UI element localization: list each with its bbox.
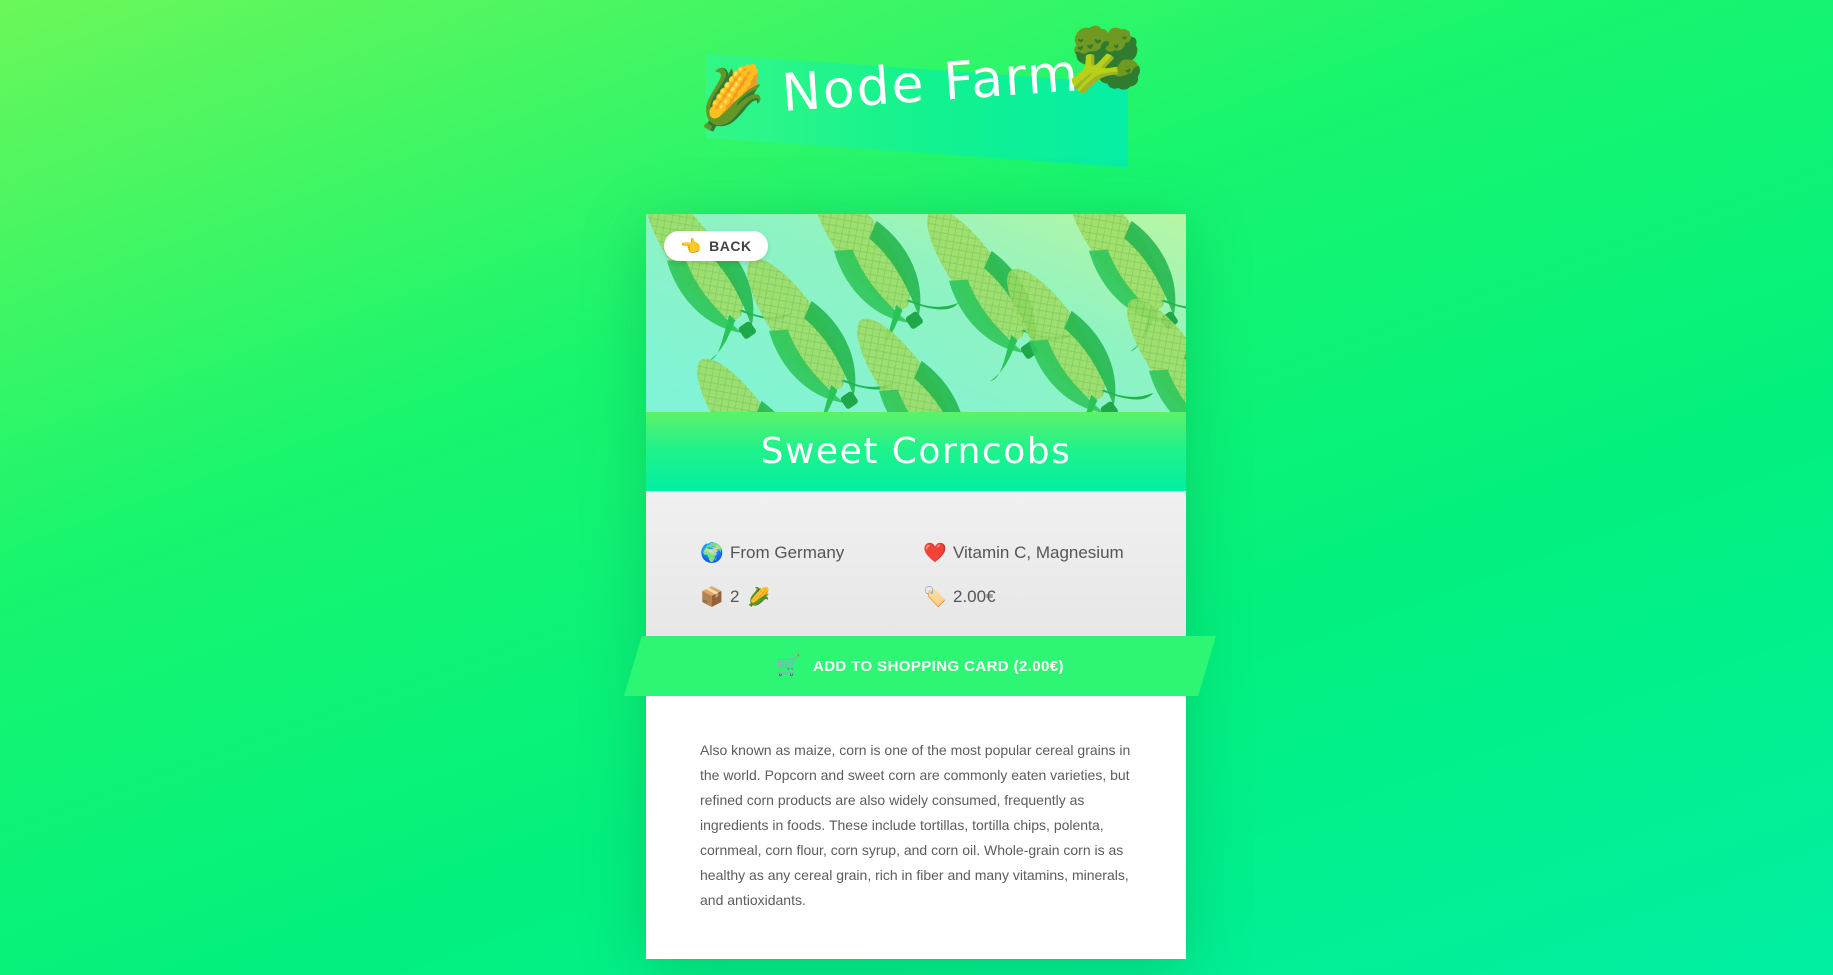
quantity-text: 2	[730, 587, 740, 606]
corn-icon: 🌽	[747, 587, 770, 607]
product-name-band: Sweet Corncobs	[646, 412, 1186, 491]
back-label: BACK	[709, 238, 752, 254]
nutrients-text: Vitamin C, Magnesium	[953, 543, 1124, 562]
product-hero-image: 👈 BACK	[646, 214, 1186, 412]
price-tag-icon: 🏷️	[923, 586, 947, 608]
heart-icon: ❤️	[923, 542, 947, 564]
product-name: Sweet Corncobs	[760, 431, 1072, 472]
product-card: 👈 BACK Sweet Corncobs 🌍 From Germany ❤️ …	[646, 214, 1186, 959]
corn-icon: 🌽	[691, 61, 770, 134]
product-details: 🌍 From Germany ❤️ Vitamin C, Magnesium 📦…	[646, 491, 1186, 649]
product-origin: 🌍 From Germany	[700, 543, 844, 563]
package-icon: 📦	[700, 586, 724, 608]
add-to-cart-label: ADD TO SHOPPING CARD (2.00€)	[812, 657, 1064, 675]
add-to-cart-button[interactable]: 🛒 ADD TO SHOPPING CARD (2.00€)	[624, 636, 1216, 696]
product-description: Also known as maize, corn is one of the …	[700, 742, 1131, 908]
origin-text: From Germany	[730, 543, 845, 562]
globe-icon: 🌍	[700, 542, 724, 564]
product-nutrients: ❤️ Vitamin C, Magnesium	[923, 543, 1124, 563]
back-button[interactable]: 👈 BACK	[664, 231, 768, 261]
product-quantity: 📦 2 🌽	[700, 587, 770, 607]
pointing-hand-icon: 👈	[680, 236, 702, 256]
broccoli-icon: 🥦	[1064, 24, 1149, 101]
product-price: 🏷️ 2.00€	[923, 587, 996, 607]
site-header: 🌽 Node Farm 🥦	[0, 24, 1833, 168]
shopping-cart-icon: 🛒	[776, 655, 801, 677]
price-text: 2.00€	[953, 587, 996, 606]
